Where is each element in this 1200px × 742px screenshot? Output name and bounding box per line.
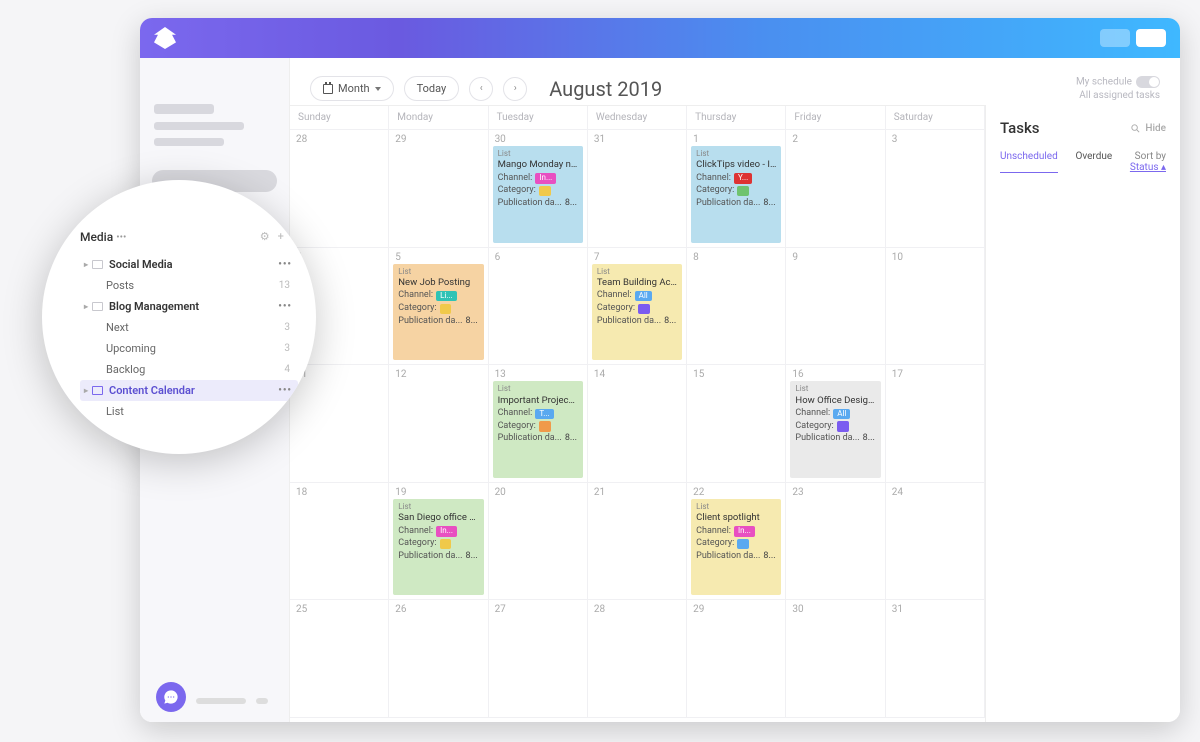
calendar-cell[interactable]: 5ListNew Job PostingChannel:Li...Categor… bbox=[389, 248, 488, 366]
calendar-icon bbox=[323, 84, 333, 94]
toolbar: Month Today ‹ › August 2019 My schedule … bbox=[290, 58, 1180, 105]
sidebar-list[interactable]: Upcoming3 bbox=[80, 338, 298, 359]
calendar-cell[interactable]: 31 bbox=[886, 600, 985, 718]
tasks-title: Tasks bbox=[1000, 119, 1040, 137]
calendar-cell[interactable]: 16ListHow Office Design impChannel:AllCa… bbox=[786, 365, 885, 483]
calendar-cell[interactable]: 25 bbox=[290, 600, 389, 718]
sidebar-list[interactable]: Next3 bbox=[80, 317, 298, 338]
calendar-cell[interactable]: 13ListImportant Project ManaChannel:T...… bbox=[489, 365, 588, 483]
tab-overdue[interactable]: Overdue bbox=[1075, 151, 1112, 173]
calendar-cell[interactable]: 29 bbox=[389, 130, 488, 248]
calendar-cell[interactable]: 7ListTeam Building ActivitieChannel:AllC… bbox=[588, 248, 687, 366]
sidebar-zoom-overlay: Media ••• ⚙ + ⌕ ▸Social Media•••Posts13▸… bbox=[42, 180, 316, 454]
calendar-cell[interactable]: 12 bbox=[389, 365, 488, 483]
plus-icon[interactable]: + bbox=[278, 230, 284, 244]
chat-icon bbox=[163, 689, 179, 705]
chevron-down-icon bbox=[375, 87, 381, 91]
calendar-cell[interactable]: 27 bbox=[489, 600, 588, 718]
gear-icon[interactable]: ⚙ bbox=[260, 230, 270, 244]
sidebar-folder[interactable]: ▸Social Media••• bbox=[80, 254, 298, 275]
more-icon[interactable]: ••• bbox=[278, 301, 296, 312]
calendar-cell[interactable]: 28 bbox=[290, 130, 389, 248]
titlebar bbox=[140, 18, 1180, 58]
calendar-cell[interactable]: 23 bbox=[786, 483, 885, 601]
folder-icon bbox=[92, 386, 103, 395]
window-control[interactable] bbox=[1100, 29, 1130, 47]
calendar-cell[interactable]: 31 bbox=[588, 130, 687, 248]
calendar-cell[interactable]: 9 bbox=[786, 248, 885, 366]
calendar-cell[interactable]: 18 bbox=[290, 483, 389, 601]
calendar-cell[interactable]: 3 bbox=[886, 130, 985, 248]
sidebar-list[interactable]: Posts13 bbox=[80, 275, 298, 296]
calendar-event[interactable]: ListSan Diego office tourChannel:In...Ca… bbox=[393, 499, 483, 596]
calendar-event[interactable]: ListClickTips video - InboxChannel:Y...C… bbox=[691, 146, 781, 243]
view-mode-label: Month bbox=[338, 82, 370, 95]
my-schedule-toggle[interactable] bbox=[1136, 76, 1160, 88]
folder-icon bbox=[92, 260, 103, 269]
dayname: Friday bbox=[786, 106, 885, 130]
calendar-cell[interactable]: 2 bbox=[786, 130, 885, 248]
next-button[interactable]: › bbox=[503, 77, 527, 101]
calendar-event[interactable]: ListHow Office Design impChannel:AllCate… bbox=[790, 381, 880, 478]
sidebar-folder[interactable]: ▸Blog Management••• bbox=[80, 296, 298, 317]
view-mode-dropdown[interactable]: Month bbox=[310, 76, 394, 101]
dayname: Sunday bbox=[290, 106, 389, 130]
dayname: Monday bbox=[389, 106, 488, 130]
calendar-event[interactable]: ListTeam Building ActivitieChannel:AllCa… bbox=[592, 264, 682, 361]
hide-tasks-button[interactable]: Hide bbox=[1130, 123, 1166, 134]
calendar-cell[interactable]: 28 bbox=[588, 600, 687, 718]
tab-unscheduled[interactable]: Unscheduled bbox=[1000, 151, 1058, 173]
today-button[interactable]: Today bbox=[404, 76, 460, 101]
calendar-cell[interactable]: 6 bbox=[489, 248, 588, 366]
sidebar-list[interactable]: Backlog4 bbox=[80, 359, 298, 380]
calendar-cell[interactable]: 15 bbox=[687, 365, 786, 483]
calendar-cell[interactable]: 14 bbox=[588, 365, 687, 483]
calendar-cell[interactable]: 20 bbox=[489, 483, 588, 601]
dayname: Wednesday bbox=[588, 106, 687, 130]
sidebar-folder[interactable]: ▸Content Calendar••• bbox=[80, 380, 298, 401]
search-icon bbox=[1130, 123, 1141, 134]
calendar-cell[interactable]: 24 bbox=[886, 483, 985, 601]
calendar-cell[interactable]: 30ListMango Monday new eChannel:In...Cat… bbox=[489, 130, 588, 248]
sidebar-list[interactable]: List8 bbox=[80, 401, 298, 422]
calendar-cell[interactable]: 8 bbox=[687, 248, 786, 366]
calendar-cell[interactable]: 22ListClient spotlightChannel:In...Categ… bbox=[687, 483, 786, 601]
app-logo-icon bbox=[154, 27, 176, 49]
space-name[interactable]: Media bbox=[80, 230, 113, 244]
my-schedule-label: My schedule bbox=[1076, 77, 1132, 88]
dayname: Tuesday bbox=[489, 106, 588, 130]
calendar-cell[interactable]: 29 bbox=[687, 600, 786, 718]
chat-button[interactable] bbox=[156, 682, 186, 712]
calendar-cell[interactable]: 10 bbox=[886, 248, 985, 366]
dayname: Thursday bbox=[687, 106, 786, 130]
calendar-cell[interactable]: 30 bbox=[786, 600, 885, 718]
calendar-cell[interactable]: 19ListSan Diego office tourChannel:In...… bbox=[389, 483, 488, 601]
calendar-event[interactable]: ListNew Job PostingChannel:Li...Category… bbox=[393, 264, 483, 361]
calendar-title: August 2019 bbox=[549, 77, 662, 101]
prev-button[interactable]: ‹ bbox=[469, 77, 493, 101]
calendar-event[interactable]: ListClient spotlightChannel:In...Categor… bbox=[691, 499, 781, 596]
calendar-event[interactable]: ListMango Monday new eChannel:In...Categ… bbox=[493, 146, 583, 243]
calendar-event[interactable]: ListImportant Project ManaChannel:T...Ca… bbox=[493, 381, 583, 478]
sort-dropdown[interactable]: Sort by Status ▴ bbox=[1130, 151, 1166, 173]
calendar-cell[interactable]: 21 bbox=[588, 483, 687, 601]
placeholder bbox=[196, 698, 246, 704]
my-schedule-sub: All assigned tasks bbox=[1076, 90, 1160, 101]
calendar-cell[interactable]: 26 bbox=[389, 600, 488, 718]
more-icon[interactable]: ••• bbox=[116, 232, 126, 243]
calendar-cell[interactable]: 1ListClickTips video - InboxChannel:Y...… bbox=[687, 130, 786, 248]
calendar-cell[interactable]: 17 bbox=[886, 365, 985, 483]
calendar-cell[interactable]: 11 bbox=[290, 365, 389, 483]
tasks-panel: Tasks Hide Unscheduled Overdue Sort by S… bbox=[985, 105, 1180, 722]
dayname: Saturday bbox=[886, 106, 985, 130]
folder-icon bbox=[92, 302, 103, 311]
placeholder bbox=[256, 698, 268, 704]
window-control[interactable] bbox=[1136, 29, 1166, 47]
more-icon[interactable]: ••• bbox=[278, 259, 296, 270]
